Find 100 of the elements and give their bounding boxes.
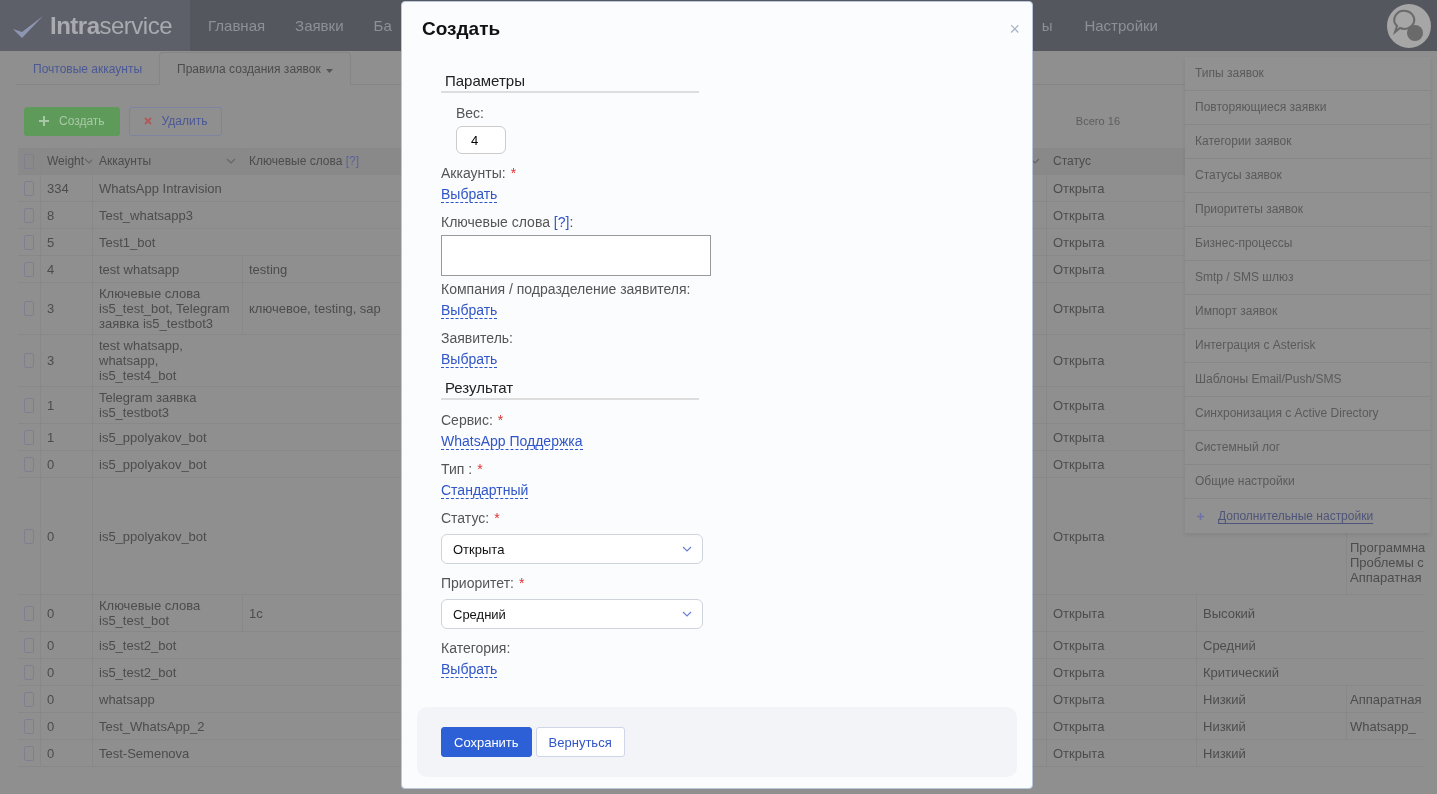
select-link[interactable]: WhatsApp Поддержка <box>441 433 583 450</box>
back-button[interactable]: Вернуться <box>535 727 625 757</box>
table-cell: Открыта <box>1053 397 1105 413</box>
table-cell: Открыта <box>1053 456 1105 472</box>
table-cell: Открыта <box>1053 745 1105 761</box>
table-cell: 0 <box>47 456 55 472</box>
table-cell: is5_ppolyakov_bot <box>99 456 207 472</box>
table-cell: 0 <box>47 691 55 707</box>
field-label: Статус: * <box>441 510 500 527</box>
column-header[interactable]: Статус <box>1053 153 1091 169</box>
table-cell: Test1_bot <box>99 234 156 250</box>
weight-field[interactable]: 4 <box>456 126 506 154</box>
help-link[interactable]: [?] <box>345 153 360 168</box>
table-cell: Открыта <box>1053 234 1105 250</box>
table-cell: Низкий <box>1203 745 1246 761</box>
table-cell: Высокий <box>1203 605 1256 621</box>
field-label: Заявитель: <box>441 330 513 347</box>
table-cell: Ключевые слова is5_test_bot <box>99 598 201 628</box>
keywords-field[interactable] <box>441 235 711 276</box>
table-cell: Whatsapp_ <box>1350 718 1416 734</box>
table-cell: test whatsapp <box>99 261 180 277</box>
table-cell: Открыта <box>1053 605 1105 621</box>
chevron-down-icon <box>682 611 692 617</box>
table-cell: Низкий <box>1203 691 1246 707</box>
save-button[interactable]: Сохранить <box>441 727 532 757</box>
table-cell: 0 <box>47 664 55 680</box>
subtab[interactable]: Правила создания заявок <box>159 52 351 85</box>
close-button[interactable]: × <box>1009 18 1020 40</box>
field-label: Тип : * <box>441 461 483 478</box>
table-cell: Открыта <box>1053 301 1105 316</box>
speech-bubbles-icon[interactable] <box>1386 2 1432 49</box>
select-link[interactable]: Выбрать <box>441 186 498 203</box>
nav-item[interactable]: Главная <box>190 17 266 34</box>
table-cell: Открыта <box>1053 637 1105 653</box>
nav-item[interactable]: Заявки <box>265 17 344 34</box>
table-cell: Открыта <box>1053 180 1105 196</box>
table-cell: 3 <box>47 301 55 316</box>
table-cell: whatsapp <box>99 691 155 707</box>
table-cell: 0 <box>47 605 55 621</box>
more-settings-link[interactable]: Дополнительные настройки <box>1185 499 1430 533</box>
table-cell: 1 <box>47 429 55 445</box>
table-cell: Test-Semenova <box>99 745 190 761</box>
close-icon <box>143 117 152 125</box>
table-cell: 8 <box>47 207 55 223</box>
table-cell: Ключевые слова is5_test_bot, Telegram заявка is5_testbot3 <box>99 286 230 331</box>
table-cell: Открыта <box>1053 429 1105 445</box>
subtab[interactable]: Почтовые аккаунты <box>16 62 160 84</box>
dropdown-field[interactable]: Средний <box>441 599 703 629</box>
table-cell: Открыта <box>1053 664 1105 680</box>
dialog-title: Создать <box>422 18 501 40</box>
select-link[interactable]: Выбрать <box>441 351 498 368</box>
table-cell: ключевое, testing, sap <box>249 301 381 316</box>
field-label: Аккаунты: * <box>441 165 517 182</box>
table-cell: 0 <box>47 637 55 653</box>
field-label: Компания / подразделение заявителя: <box>441 281 691 298</box>
table-cell: Средний <box>1203 637 1256 653</box>
table-cell: WhatsApp Intravision <box>99 180 222 196</box>
dropdown-field[interactable]: Открыта <box>441 534 703 564</box>
create-button[interactable]: Создать <box>24 106 120 136</box>
table-cell: 1 <box>47 397 55 413</box>
nav-item[interactable]: ы <box>1041 17 1053 34</box>
table-cell: test whatsapp, whatsapp, is5_test4_bot <box>99 338 183 383</box>
table-cell: Программна Проблемы с Аппаратная <box>1350 540 1426 585</box>
table-cell: Открыта <box>1053 353 1105 368</box>
select-link[interactable]: Стандартный <box>441 482 529 499</box>
table-cell: is5_test2_bot <box>99 637 177 653</box>
plus-icon <box>39 116 49 126</box>
table-cell: 0 <box>47 528 55 544</box>
table-cell: 1c <box>249 605 263 621</box>
field-label: Приоритет: * <box>441 575 525 592</box>
table-cell: Test_whatsapp3 <box>99 207 193 223</box>
table-cell: testing <box>249 261 288 277</box>
table-cell: Аппаратная <box>1350 691 1422 707</box>
field-label: Сервис: * <box>441 412 504 429</box>
chevron-down-icon <box>682 546 692 552</box>
table-cell: Test_WhatsApp_2 <box>99 718 205 734</box>
field-label: Ключевые слова [?]: <box>441 214 574 231</box>
table-cell: 3 <box>47 353 55 368</box>
table-cell: Открыта <box>1053 207 1105 223</box>
table-cell: Критический <box>1203 664 1279 680</box>
chevron-down-icon <box>226 158 236 164</box>
table-cell: Открыта <box>1053 261 1105 277</box>
select-link[interactable]: Выбрать <box>441 661 498 678</box>
table-cell: is5_ppolyakov_bot <box>99 429 207 445</box>
table-cell: Telegram заявка is5_testbot3 <box>99 390 197 420</box>
field-label: Вес: <box>456 105 484 122</box>
column-header[interactable]: Ключевые слова [?] <box>249 153 360 169</box>
plus-icon <box>1197 512 1204 520</box>
nav-item[interactable]: Настройки <box>1052 17 1158 34</box>
table-cell: 5 <box>47 234 55 250</box>
logo-text: Intraservice <box>50 11 173 40</box>
delete-button[interactable]: Удалить <box>128 106 223 136</box>
select-link[interactable]: Выбрать <box>441 302 498 319</box>
table-cell: 0 <box>47 745 55 761</box>
table-cell: Открыта <box>1053 528 1105 544</box>
table-cell: 4 <box>47 261 55 277</box>
table-cell: 334 <box>47 180 69 196</box>
table-cell: is5_ppolyakov_bot <box>99 528 207 544</box>
nav-item[interactable]: Ба <box>343 17 392 34</box>
table-cell: Низкий <box>1203 718 1246 734</box>
